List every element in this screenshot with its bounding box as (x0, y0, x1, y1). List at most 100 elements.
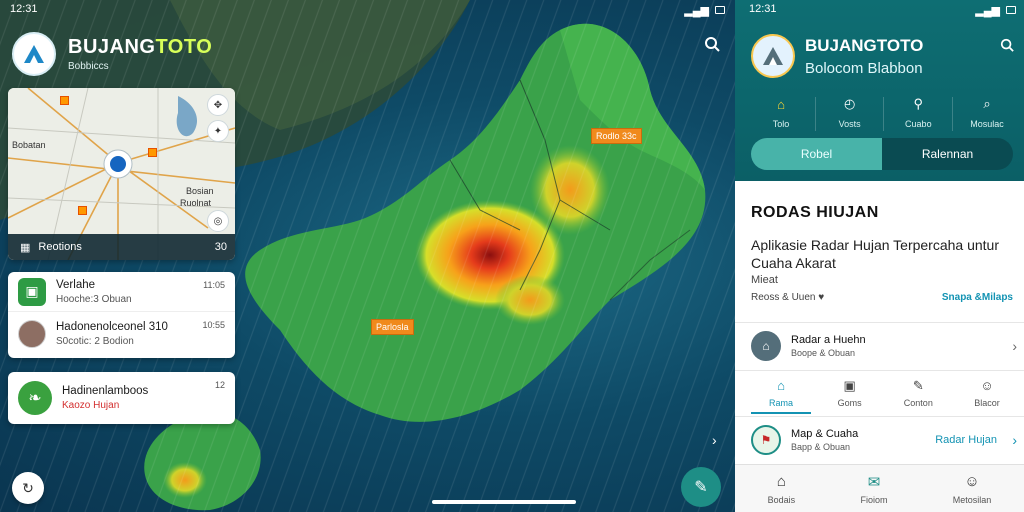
tab-label: Rama (768, 398, 793, 408)
nav-chat[interactable]: ✉ Fioiom (860, 473, 887, 505)
mini-map-footer: ▦ Reotions 30 (8, 234, 235, 260)
brand-title: BUJANGTOTO (805, 35, 924, 55)
mid-tabs: ⌂ Rama ▣ Goms ✎ Conton ☺ Blacor (751, 378, 1017, 414)
status-time: 12:31 (749, 3, 777, 15)
bottom-nav: ⌂ Bodais ✉ Fioiom ☺ Metosilan (735, 464, 1024, 512)
brand-header-left: BUJANGTOTO Bobbiccs (12, 32, 212, 76)
search-icon[interactable] (704, 36, 722, 54)
divider (735, 322, 1024, 323)
map-tag[interactable]: Parlosla (371, 319, 414, 335)
status-icons: ▂▄▆ (684, 3, 725, 17)
card-subtitle: Hooche:3 Obuan (56, 293, 132, 305)
hero-description: Aplikasie Radar Hujan Terpercaha untur C… (751, 237, 999, 271)
tab-label: Blacor (974, 398, 1000, 408)
home-icon: ⌂ (777, 96, 785, 112)
brand-subtitle: Bobbiccs (68, 61, 109, 72)
card-title: Hadinenlamboos (62, 385, 149, 397)
card-subtitle: S0cotic: 2 Bodion (56, 336, 134, 347)
list-item-link[interactable]: Radar Hujan (935, 434, 997, 446)
list-item-title: Map & Cuaha (791, 428, 859, 440)
locate-icon[interactable]: ◎ (207, 210, 229, 232)
chevron-right-icon[interactable]: › (1012, 432, 1017, 448)
map-tag[interactable]: Rodlo 33c (591, 128, 642, 144)
map-label: Ruolnat (180, 198, 212, 208)
logo-icon (12, 32, 56, 76)
map-pin-icon[interactable] (148, 148, 157, 157)
notification-row[interactable]: Hadonenolceonel 310 S0cotic: 2 Bodion 10… (8, 312, 235, 356)
hero-meta-left: Reoss & Uuen ♥ (751, 292, 825, 303)
map-pin-icon: ⚑ (751, 425, 781, 455)
divider (735, 370, 1024, 371)
layers-icon[interactable]: ✥ (207, 94, 229, 116)
app-panel: 12:31 ▂▄▆ BUJANGTOTO Bolocom Blabbon ⌂ T… (735, 0, 1024, 512)
map-pin-icon[interactable] (78, 206, 87, 215)
tab-goms[interactable]: ▣ Goms (820, 378, 880, 414)
hero-section: RODAS HIUJAN Aplikasie Radar Hujan Terpe… (751, 204, 1013, 286)
edit-fab-button[interactable]: ✎ (681, 467, 721, 507)
divider (735, 416, 1024, 417)
home-icon: ⌂ (777, 378, 785, 393)
home-indicator (432, 500, 576, 504)
tab-blacor[interactable]: ☺ Blacor (957, 378, 1017, 414)
card-time: 10:55 (202, 320, 225, 330)
list-item-subtitle: Bapp & Obuan (791, 442, 851, 452)
signal-icon: ▂▄▆ (975, 4, 1000, 17)
notification-row[interactable]: ▣ Verlahe Hooche:3 Obuan 11:05 (8, 272, 235, 312)
radar-map[interactable]: 12:31 ▂▄▆ BUJANGTOTO Bobbiccs Bobatan Bo… (0, 0, 735, 512)
mini-map[interactable]: Bobatan Bosian Ruolnat ✥ ✦ ◎ ▦ Reotions 3… (8, 88, 235, 260)
star-icon[interactable]: ✦ (207, 120, 229, 142)
hero-meta: Reoss & Uuen ♥ Snapa &Milaps (751, 292, 1013, 303)
tab-search[interactable]: ⌕ Mosulac (957, 95, 1017, 131)
search-icon[interactable] (1000, 38, 1014, 52)
tab-label: Vosts (838, 119, 861, 129)
panel-header: 12:31 ▂▄▆ BUJANGTOTO Bolocom Blabbon ⌂ T… (735, 0, 1024, 181)
edit-icon: ✎ (912, 378, 924, 393)
segmented-control: Robel Ralennan (751, 138, 1013, 170)
tab-label: Goms (837, 398, 862, 408)
photo-icon: ▦ (20, 241, 31, 254)
top-tabs: ⌂ Tolo ◴ Vosts ⚲ Cuabo ⌕ Mosulac (751, 95, 1017, 131)
hero-title: RODAS HIUJAN (751, 204, 879, 221)
map-label: Bobatan (12, 140, 46, 150)
list-item-subtitle: Boope & Obuan (791, 348, 856, 358)
chevron-right-icon[interactable]: › (712, 432, 717, 448)
hero-small-text: Mieat (751, 274, 778, 286)
map-label: Bosian (186, 186, 214, 196)
tab-rama[interactable]: ⌂ Rama (751, 378, 811, 414)
notification-row[interactable]: ❧ Hadinenlamboos Kaozo Hujan 12 (8, 372, 235, 424)
tab-history[interactable]: ◴ Vosts (820, 95, 880, 131)
tab-label: Cuabo (905, 119, 932, 129)
list-item[interactable]: ⌂ Radar a Huehn Boope & Obuan › (751, 330, 1017, 362)
notification-card[interactable]: ❧ Hadinenlamboos Kaozo Hujan 12 (8, 372, 235, 424)
chevron-right-icon[interactable]: › (1012, 338, 1017, 354)
home-icon: ⌂ (776, 472, 786, 490)
tab-label: Tolo (772, 119, 790, 129)
tab-home[interactable]: ⌂ Tolo (751, 95, 811, 131)
grid-icon: ▣ (843, 378, 856, 393)
leaf-icon: ❧ (18, 381, 52, 415)
app-root: 12:31 ▂▄▆ BUJANGTOTO Bobbiccs Bobatan Bo… (0, 0, 1024, 512)
tab-conton[interactable]: ✎ Conton (888, 378, 948, 414)
segment-left-button[interactable]: Robel (751, 138, 882, 170)
list-item[interactable]: ⚑ Map & Cuaha Bapp & Obuan Radar Hujan › (751, 424, 1017, 456)
share-icon: ⚲ (913, 96, 924, 111)
nav-label: Bodais (767, 494, 796, 505)
refresh-button[interactable]: ↻ (12, 472, 44, 504)
card-time: 12 (214, 380, 225, 390)
notification-card[interactable]: ▣ Verlahe Hooche:3 Obuan 11:05 Hadonenol… (8, 272, 235, 358)
segment-right-button[interactable]: Ralennan (882, 138, 1013, 170)
map-pin-icon[interactable] (60, 96, 69, 105)
logo-icon (751, 34, 795, 78)
nav-home[interactable]: ⌂ Bodais (768, 473, 796, 505)
status-time: 12:31 (10, 3, 38, 15)
hero-meta-link[interactable]: Snapa &Milaps (942, 292, 1013, 303)
brand-header-right: BUJANGTOTO Bolocom Blabbon (751, 34, 923, 78)
app-icon: ▣ (18, 277, 46, 306)
list-item-title: Radar a Huehn (791, 334, 866, 346)
tab-share[interactable]: ⚲ Cuabo (888, 95, 948, 131)
chat-icon: ✉ (867, 473, 881, 491)
avatar (18, 320, 46, 348)
smile-icon: ☺ (980, 378, 994, 393)
nav-label: Fioiom (860, 494, 888, 505)
nav-profile[interactable]: ☺ Metosilan (953, 473, 992, 505)
